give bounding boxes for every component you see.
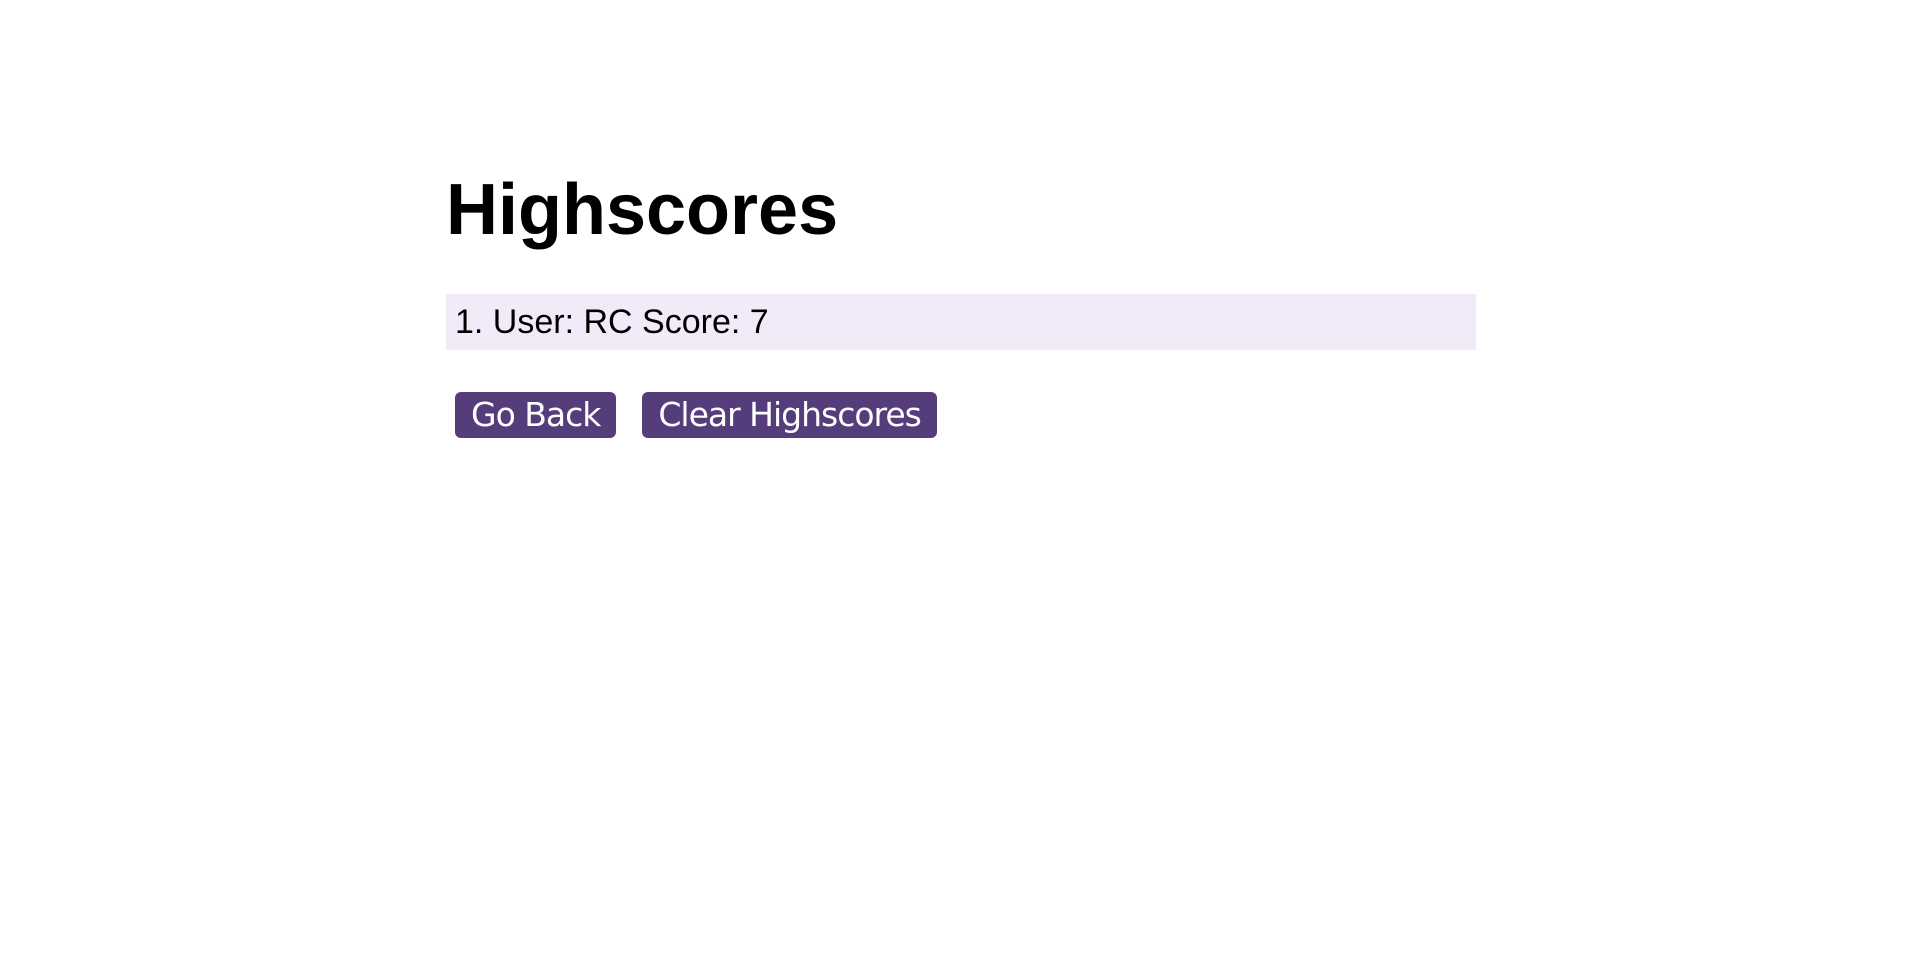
highscores-panel: Highscores 1. User: RC Score: 7 Go Back … (446, 168, 1476, 438)
highscore-entry: 1. User: RC Score: 7 (446, 294, 1476, 350)
page-title: Highscores (446, 170, 839, 250)
highscore-list: 1. User: RC Score: 7 (446, 294, 1476, 350)
go-back-button[interactable]: Go Back (455, 392, 617, 438)
clear-highscores-button[interactable]: Clear Highscores (642, 392, 937, 438)
action-buttons: Go Back Clear Highscores (446, 392, 1476, 438)
